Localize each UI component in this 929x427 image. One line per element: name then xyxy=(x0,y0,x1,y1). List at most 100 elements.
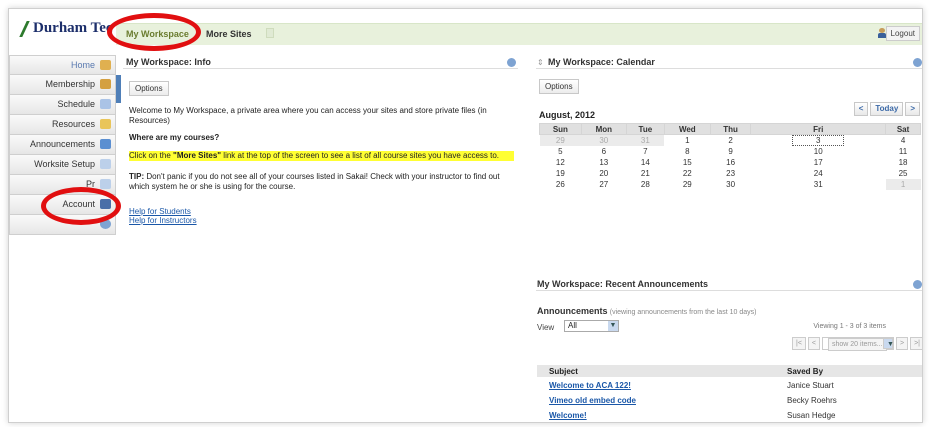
collapse-menu-handle[interactable] xyxy=(116,75,121,103)
site-nav-bar: My Workspace More Sites Logout xyxy=(116,23,922,45)
calendar-week: 12 13 14 15 16 17 18 xyxy=(540,157,921,168)
announcement-subject-link[interactable]: Vimeo old embed code xyxy=(549,396,636,405)
calendar-day[interactable]: 19 xyxy=(540,168,582,179)
calendar-day[interactable]: 24 xyxy=(751,168,886,179)
calendar-day[interactable]: 18 xyxy=(886,157,921,168)
tool-announcements[interactable]: Announcements xyxy=(9,135,116,155)
weekday-header: Sat xyxy=(885,123,921,135)
column-subject[interactable]: Subject xyxy=(549,367,578,376)
next-page-button[interactable]: > xyxy=(896,337,909,350)
tool-membership[interactable]: Membership xyxy=(9,75,116,95)
calendar-day[interactable]: 30 xyxy=(710,179,751,190)
pager: |< < show 20 items... ▼ > >| xyxy=(790,337,922,351)
announcement-subject-link[interactable]: Welcome! xyxy=(549,411,587,420)
tool-resources[interactable]: Resources xyxy=(9,115,116,135)
calendar-day[interactable]: 31 xyxy=(751,179,886,190)
announcements-portlet: My Workspace: Recent Announcements Annou… xyxy=(536,277,922,422)
logo-text: Durham Tec xyxy=(33,20,113,36)
house-icon xyxy=(100,60,111,70)
tool-label: Announcements xyxy=(29,139,95,149)
column-saved-by[interactable]: Saved By xyxy=(787,367,823,376)
calendar-day[interactable]: 1 xyxy=(664,135,710,147)
calendar-day[interactable]: 27 xyxy=(581,179,626,190)
calendar-day[interactable]: 6 xyxy=(581,146,626,157)
announcement-saved-by: Janice Stuart xyxy=(787,381,834,390)
calendar-day[interactable]: 5 xyxy=(540,146,582,157)
next-month-button[interactable]: > xyxy=(905,102,920,116)
prev-month-button[interactable]: < xyxy=(853,102,869,116)
calendar-day[interactable]: 15 xyxy=(664,157,710,168)
calendar-day[interactable]: 29 xyxy=(664,179,710,190)
last-page-button[interactable]: >| xyxy=(910,337,922,350)
calendar-day[interactable]: 16 xyxy=(710,157,751,168)
weekday-header: Tue xyxy=(625,123,665,135)
tab-more-sites[interactable]: More Sites xyxy=(206,29,252,39)
calendar-day[interactable]: 17 xyxy=(751,157,886,168)
calendar-day[interactable]: 28 xyxy=(626,179,664,190)
tool-schedule[interactable]: Schedule xyxy=(9,95,116,115)
weekday-header: Fri xyxy=(750,123,887,135)
calendar-day[interactable]: 14 xyxy=(626,157,664,168)
calendar-day[interactable]: 26 xyxy=(540,179,582,190)
calendar-day[interactable]: 13 xyxy=(581,157,626,168)
help-for-instructors-link[interactable]: Help for Instructors xyxy=(129,216,514,226)
where-heading: Where are my courses? xyxy=(129,133,220,142)
chevron-down-icon: ▼ xyxy=(608,321,618,331)
weekday-header: Sun xyxy=(539,123,582,135)
calendar-week: 29 30 31 1 2 3 4 xyxy=(539,134,921,147)
info-options-button[interactable]: Options xyxy=(129,81,169,96)
calendar-day[interactable]: 29 xyxy=(539,134,582,146)
folder-icon xyxy=(100,119,111,129)
calendar-day[interactable]: 12 xyxy=(540,157,582,168)
view-select-value: All xyxy=(568,321,577,330)
info-portlet: My Workspace: Info Options Welcome to My… xyxy=(123,55,518,245)
more-sites-dropdown-icon[interactable] xyxy=(266,28,274,38)
chevron-down-icon: ▼ xyxy=(883,338,894,349)
today-marker: 3 xyxy=(792,135,845,146)
members-icon xyxy=(100,79,111,89)
help-icon[interactable] xyxy=(913,58,922,67)
calendar-day[interactable]: 4 xyxy=(886,135,921,147)
calendar-week: 26 27 28 29 30 31 1 xyxy=(540,179,921,190)
setup-icon xyxy=(100,159,111,169)
calendar-title: My Workspace: Calendar xyxy=(548,57,655,67)
view-select[interactable]: All ▼ xyxy=(564,320,619,332)
calendar-day[interactable]: 25 xyxy=(886,168,921,179)
calendar-day[interactable]: 30 xyxy=(581,134,627,146)
announcements-title: My Workspace: Recent Announcements xyxy=(537,279,709,289)
calendar-day[interactable]: 1 xyxy=(885,179,921,190)
calendar-options-button[interactable]: Options xyxy=(539,79,579,94)
first-page-button[interactable]: |< xyxy=(792,337,806,350)
calendar-day[interactable]: 10 xyxy=(751,146,886,157)
calendar-day[interactable]: 11 xyxy=(886,146,921,157)
highlight-circle-my-workspace xyxy=(107,13,201,51)
prev-page-button[interactable]: < xyxy=(807,337,820,350)
highlight-text: link at the top of the screen to see a l… xyxy=(221,151,500,160)
calendar-day[interactable]: 21 xyxy=(626,168,664,179)
items-count: Viewing 1 - 3 of 3 items xyxy=(813,323,886,330)
calendar-day[interactable]: 31 xyxy=(626,134,665,146)
more-sites-instructions: Click on the "More Sites" link at the to… xyxy=(129,151,514,161)
table-row: Welcome to ACA 122! Janice Stuart xyxy=(537,379,922,393)
calendar-day[interactable]: 9 xyxy=(710,146,751,157)
tool-worksite-setup[interactable]: Worksite Setup xyxy=(9,155,116,175)
calendar-day-today[interactable]: 3 xyxy=(751,135,886,146)
today-button[interactable]: Today xyxy=(870,102,904,116)
page-size-select[interactable]: show 20 items... ▼ xyxy=(822,337,894,351)
highlight-circle-account xyxy=(41,187,121,225)
calendar-day[interactable]: 2 xyxy=(710,135,751,147)
calendar-day[interactable]: 8 xyxy=(664,146,710,157)
tool-home[interactable]: Home xyxy=(9,55,116,75)
logout-button[interactable]: Logout xyxy=(885,26,920,41)
calendar-day[interactable]: 22 xyxy=(664,168,710,179)
calendar-day[interactable]: 7 xyxy=(626,146,664,157)
calendar-grid: Sun Mon Tue Wed Thu Fri Sat 29 30 31 1 2 3 4 5 6 7 8 9 10 1… xyxy=(539,123,921,190)
announcements-note: (viewing announcements from the last 10 … xyxy=(609,309,757,316)
help-icon[interactable] xyxy=(913,280,922,289)
help-icon[interactable] xyxy=(507,58,516,67)
calendar-day[interactable]: 20 xyxy=(581,168,626,179)
calendar-day[interactable]: 23 xyxy=(710,168,751,179)
announcement-subject-link[interactable]: Welcome to ACA 122! xyxy=(549,381,631,390)
prefs-icon xyxy=(100,179,111,189)
drag-handle-icon[interactable]: ⇕ xyxy=(537,58,544,67)
